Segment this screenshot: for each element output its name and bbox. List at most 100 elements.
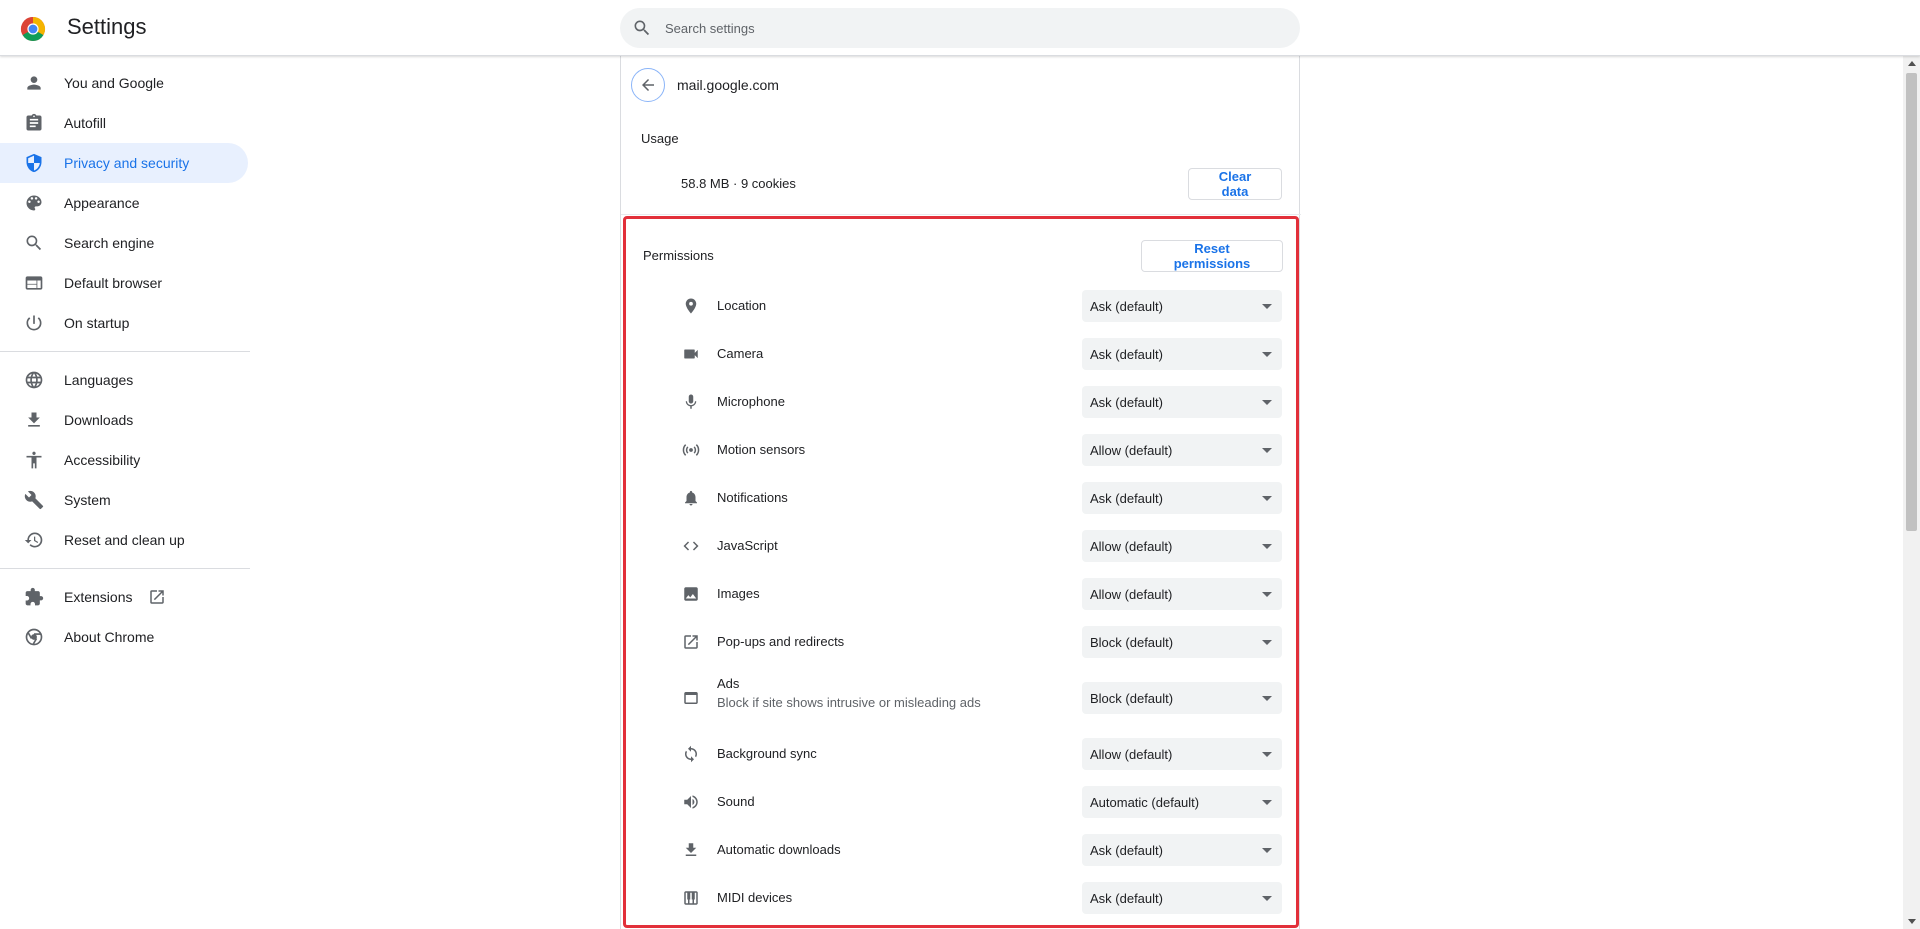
palette-icon xyxy=(24,193,44,213)
sidebar-item-reset-and-clean-up[interactable]: Reset and clean up xyxy=(0,520,248,560)
sidebar-divider xyxy=(0,568,250,569)
permission-row-javascript: JavaScript Allow (default) xyxy=(626,522,1296,570)
scrollbar-thumb[interactable] xyxy=(1906,73,1917,531)
select-value: Allow (default) xyxy=(1090,747,1173,762)
sidebar-item-you-and-google[interactable]: You and Google xyxy=(0,63,248,103)
permission-row-automatic-downloads: Automatic downloads Ask (default) xyxy=(626,826,1296,874)
sidebar-item-label: Default browser xyxy=(64,275,163,291)
sidebar-item-label: Appearance xyxy=(64,195,140,211)
select-value: Ask (default) xyxy=(1090,491,1163,506)
dropdown-arrow-icon xyxy=(1262,496,1272,501)
dropdown-arrow-icon xyxy=(1262,400,1272,405)
sidebar-item-autofill[interactable]: Autofill xyxy=(0,103,248,143)
select-value: Block (default) xyxy=(1090,691,1174,706)
select-value: Ask (default) xyxy=(1090,395,1163,410)
permission-label: Motion sensors xyxy=(717,442,806,457)
permission-label: Sound xyxy=(717,794,755,809)
scroll-down-arrow-icon[interactable] xyxy=(1908,919,1916,924)
page-scrollbar[interactable] xyxy=(1903,56,1920,929)
wrench-icon xyxy=(24,490,44,510)
permission-label: Automatic downloads xyxy=(717,842,841,857)
microphone-select[interactable]: Ask (default) xyxy=(1082,386,1282,418)
permission-label: MIDI devices xyxy=(717,890,793,905)
sidebar-item-label: Autofill xyxy=(64,115,107,131)
permissions-heading: Permissions xyxy=(643,248,714,263)
sidebar-item-about-chrome[interactable]: About Chrome xyxy=(0,617,248,657)
sidebar-item-label: About Chrome xyxy=(64,629,155,645)
sidebar-item-search-engine[interactable]: Search engine xyxy=(0,223,248,263)
dropdown-arrow-icon xyxy=(1262,544,1272,549)
sidebar-item-system[interactable]: System xyxy=(0,480,248,520)
arrow-back-icon xyxy=(642,79,654,91)
sidebar-item-accessibility[interactable]: Accessibility xyxy=(0,440,248,480)
ads-select[interactable]: Block (default) xyxy=(1082,682,1282,714)
popups-select[interactable]: Block (default) xyxy=(1082,626,1282,658)
select-value: Automatic (default) xyxy=(1090,795,1200,810)
permission-label: Images xyxy=(717,586,760,601)
chrome-logo-icon xyxy=(20,16,46,42)
notifications-select[interactable]: Ask (default) xyxy=(1082,482,1282,514)
code-icon xyxy=(681,536,701,556)
permission-row-camera: Camera Ask (default) xyxy=(626,330,1296,378)
accessibility-icon xyxy=(24,450,44,470)
sound-select[interactable]: Automatic (default) xyxy=(1082,786,1282,818)
location-select[interactable]: Ask (default) xyxy=(1082,290,1282,322)
sidebar-item-downloads[interactable]: Downloads xyxy=(0,400,248,440)
sidebar-item-label: Reset and clean up xyxy=(64,532,185,548)
permission-row-midi-devices: MIDI devices Ask (default) xyxy=(626,874,1296,922)
sidebar-item-appearance[interactable]: Appearance xyxy=(0,183,248,223)
permission-row-sound: Sound Automatic (default) xyxy=(626,778,1296,826)
permission-row-background-sync: Background sync Allow (default) xyxy=(626,730,1296,778)
usage-heading: Usage xyxy=(641,131,679,146)
person-icon xyxy=(24,73,44,93)
motion-sensors-select[interactable]: Allow (default) xyxy=(1082,434,1282,466)
dropdown-arrow-icon xyxy=(1262,592,1272,597)
puzzle-icon xyxy=(24,587,44,607)
sidebar-item-label: Languages xyxy=(64,372,134,388)
sidebar-item-label: Privacy and security xyxy=(64,155,190,171)
page-title: Settings xyxy=(67,14,147,39)
dropdown-arrow-icon xyxy=(1262,696,1272,701)
sidebar-item-extensions[interactable]: Extensions xyxy=(0,577,248,617)
automatic-downloads-select[interactable]: Ask (default) xyxy=(1082,834,1282,866)
permission-row-notifications: Notifications Ask (default) xyxy=(626,474,1296,522)
power-icon xyxy=(24,313,44,333)
location-icon xyxy=(681,296,701,316)
camera-select[interactable]: Ask (default) xyxy=(1082,338,1282,370)
search-bar[interactable] xyxy=(620,8,1300,48)
permission-label: JavaScript xyxy=(717,538,778,553)
reset-permissions-button[interactable]: Reset permissions xyxy=(1141,240,1283,272)
camera-icon xyxy=(681,344,701,364)
back-button[interactable] xyxy=(631,68,665,102)
midi-devices-select[interactable]: Ask (default) xyxy=(1082,882,1282,914)
permission-label: Pop-ups and redirects xyxy=(717,634,845,649)
search-input[interactable] xyxy=(665,8,1285,48)
images-select[interactable]: Allow (default) xyxy=(1082,578,1282,610)
clear-data-button[interactable]: Clear data xyxy=(1188,168,1282,200)
sidebar-divider xyxy=(0,351,250,352)
sidebar-nav: You and Google Autofill Privacy and secu… xyxy=(0,63,250,657)
select-value: Allow (default) xyxy=(1090,443,1173,458)
scroll-up-arrow-icon[interactable] xyxy=(1908,61,1916,66)
select-value: Ask (default) xyxy=(1090,891,1163,906)
select-value: Block (default) xyxy=(1090,635,1174,650)
background-sync-select[interactable]: Allow (default) xyxy=(1082,738,1282,770)
permission-row-ads: Ads Block if site shows intrusive or mis… xyxy=(626,670,1296,726)
select-value: Ask (default) xyxy=(1090,843,1163,858)
permissions-section: Permissions Reset permissions Location A… xyxy=(623,216,1299,928)
sidebar-item-privacy-and-security[interactable]: Privacy and security xyxy=(0,143,248,183)
permission-label: Microphone xyxy=(717,394,785,409)
download-icon xyxy=(24,410,44,430)
permission-row-images: Images Allow (default) xyxy=(626,570,1296,618)
history-icon xyxy=(24,530,44,550)
permission-label: Location xyxy=(717,298,767,313)
sidebar-item-default-browser[interactable]: Default browser xyxy=(0,263,248,303)
dropdown-arrow-icon xyxy=(1262,848,1272,853)
sidebar-item-on-startup[interactable]: On startup xyxy=(0,303,248,343)
sidebar-item-label: Extensions xyxy=(64,589,133,605)
chrome-icon xyxy=(24,627,44,647)
sidebar-item-languages[interactable]: Languages xyxy=(0,360,248,400)
site-details-panel: mail.google.com Usage 58.8 MB · 9 cookie… xyxy=(620,56,1301,929)
select-value: Ask (default) xyxy=(1090,347,1163,362)
javascript-select[interactable]: Allow (default) xyxy=(1082,530,1282,562)
